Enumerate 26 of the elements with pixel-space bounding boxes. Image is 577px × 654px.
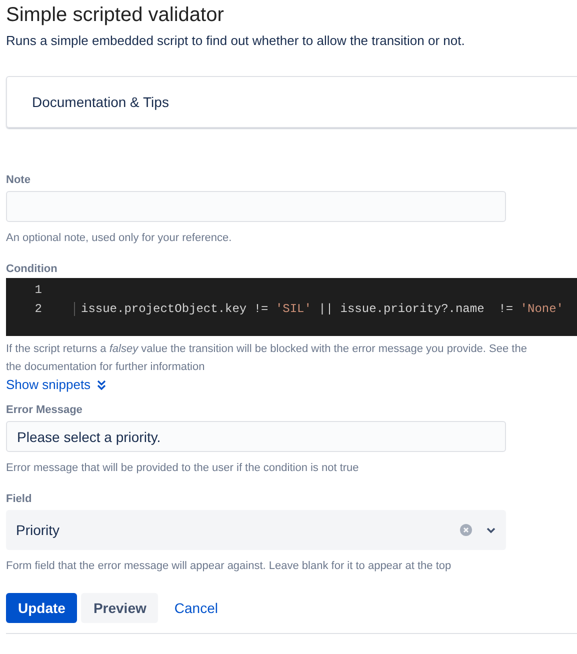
- chevron-down-icon[interactable]: [486, 526, 496, 534]
- help-text: Form field that the error message will appear against. Leave blank for it to appear at the top: [6, 559, 452, 574]
- form-button[interactable]: Preview: [81, 593, 158, 623]
- field-label: Condition: [6, 263, 58, 275]
- field-label: Note: [6, 174, 32, 186]
- show-snippets-link[interactable]: Show snippets: [6, 377, 106, 392]
- help-text: An optional note, used only for your reference.: [6, 231, 233, 246]
- docs-panel[interactable]: Documentation & Tips: [6, 76, 577, 128]
- page-title: Simple scripted validator: [6, 4, 225, 27]
- clear-icon[interactable]: [460, 524, 472, 536]
- line-number: 2: [34, 302, 42, 316]
- help-text: the documentation for further information: [6, 360, 206, 375]
- field-label: Field: [6, 493, 33, 505]
- page-description: Runs a simple embedded script to find out whether to allow the transition or not.: [6, 33, 466, 48]
- line-number: 1: [34, 282, 42, 296]
- note-field[interactable]: [6, 191, 506, 222]
- code-line: issue.projectObject.key != 'SIL' || issue.priority?.name != 'None': [74, 302, 564, 316]
- error-message-field[interactable]: Please select a priority.: [6, 421, 506, 452]
- help-text: If the script returns a falsey value the transition will be blocked with the error message you provide. See the: [6, 342, 528, 357]
- field-label: Error Message: [6, 404, 84, 416]
- field-select[interactable]: Priority: [6, 510, 506, 550]
- cancel-link[interactable]: Cancel: [162, 593, 230, 623]
- code-editor[interactable]: 1 2 issue.projectObject.key != 'SIL' || issue.priority?.name != 'None': [6, 278, 577, 336]
- form-button[interactable]: Update: [6, 593, 78, 623]
- help-text: Error message that will be provided to the user if the condition is not true: [6, 461, 360, 476]
- double-chevron-icon: [96, 380, 106, 390]
